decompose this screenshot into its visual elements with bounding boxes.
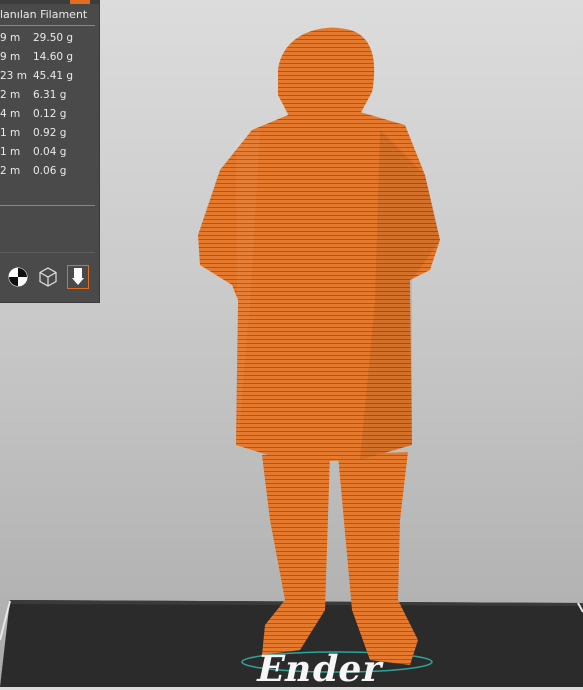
panel-top-accent: [70, 0, 90, 4]
filament-length: 23 m: [0, 70, 27, 82]
view-solid-button[interactable]: [7, 265, 29, 289]
filament-usage-panel: lanılan Filament 9 m 29.50 g 9 m 14.60 g 2…: [0, 0, 100, 303]
view-solid-icon: [8, 267, 28, 287]
view-wireframe-button[interactable]: [37, 265, 59, 289]
divider: [0, 252, 95, 253]
divider: [0, 205, 95, 206]
filament-weight: 0.06 g: [33, 165, 67, 177]
filament-length: 2 m: [0, 165, 21, 177]
divider: [0, 25, 95, 26]
bed-brand-logo: Ender: [252, 648, 388, 690]
filament-usage-header: lanılan Filament: [0, 8, 88, 21]
view-wireframe-icon: [39, 267, 57, 287]
filament-length: 1 m: [0, 146, 21, 158]
view-toolpath-button[interactable]: [67, 265, 89, 289]
filament-weight: 0.04 g: [33, 146, 67, 158]
view-toolpath-icon: [72, 268, 84, 285]
filament-weight: 6.31 g: [33, 89, 67, 101]
filament-length: 2 m: [0, 89, 21, 101]
filament-weight: 0.12 g: [33, 108, 67, 120]
filament-weight: 29.50 g: [33, 32, 74, 44]
filament-weight: 45.41 g: [33, 70, 74, 82]
filament-length: 9 m: [0, 32, 21, 44]
filament-weight: 14.60 g: [33, 51, 74, 63]
filament-length: 1 m: [0, 127, 21, 139]
filament-length: 4 m: [0, 108, 21, 120]
filament-length: 9 m: [0, 51, 21, 63]
filament-weight: 0.92 g: [33, 127, 67, 139]
panel-top-bar: [0, 0, 99, 4]
